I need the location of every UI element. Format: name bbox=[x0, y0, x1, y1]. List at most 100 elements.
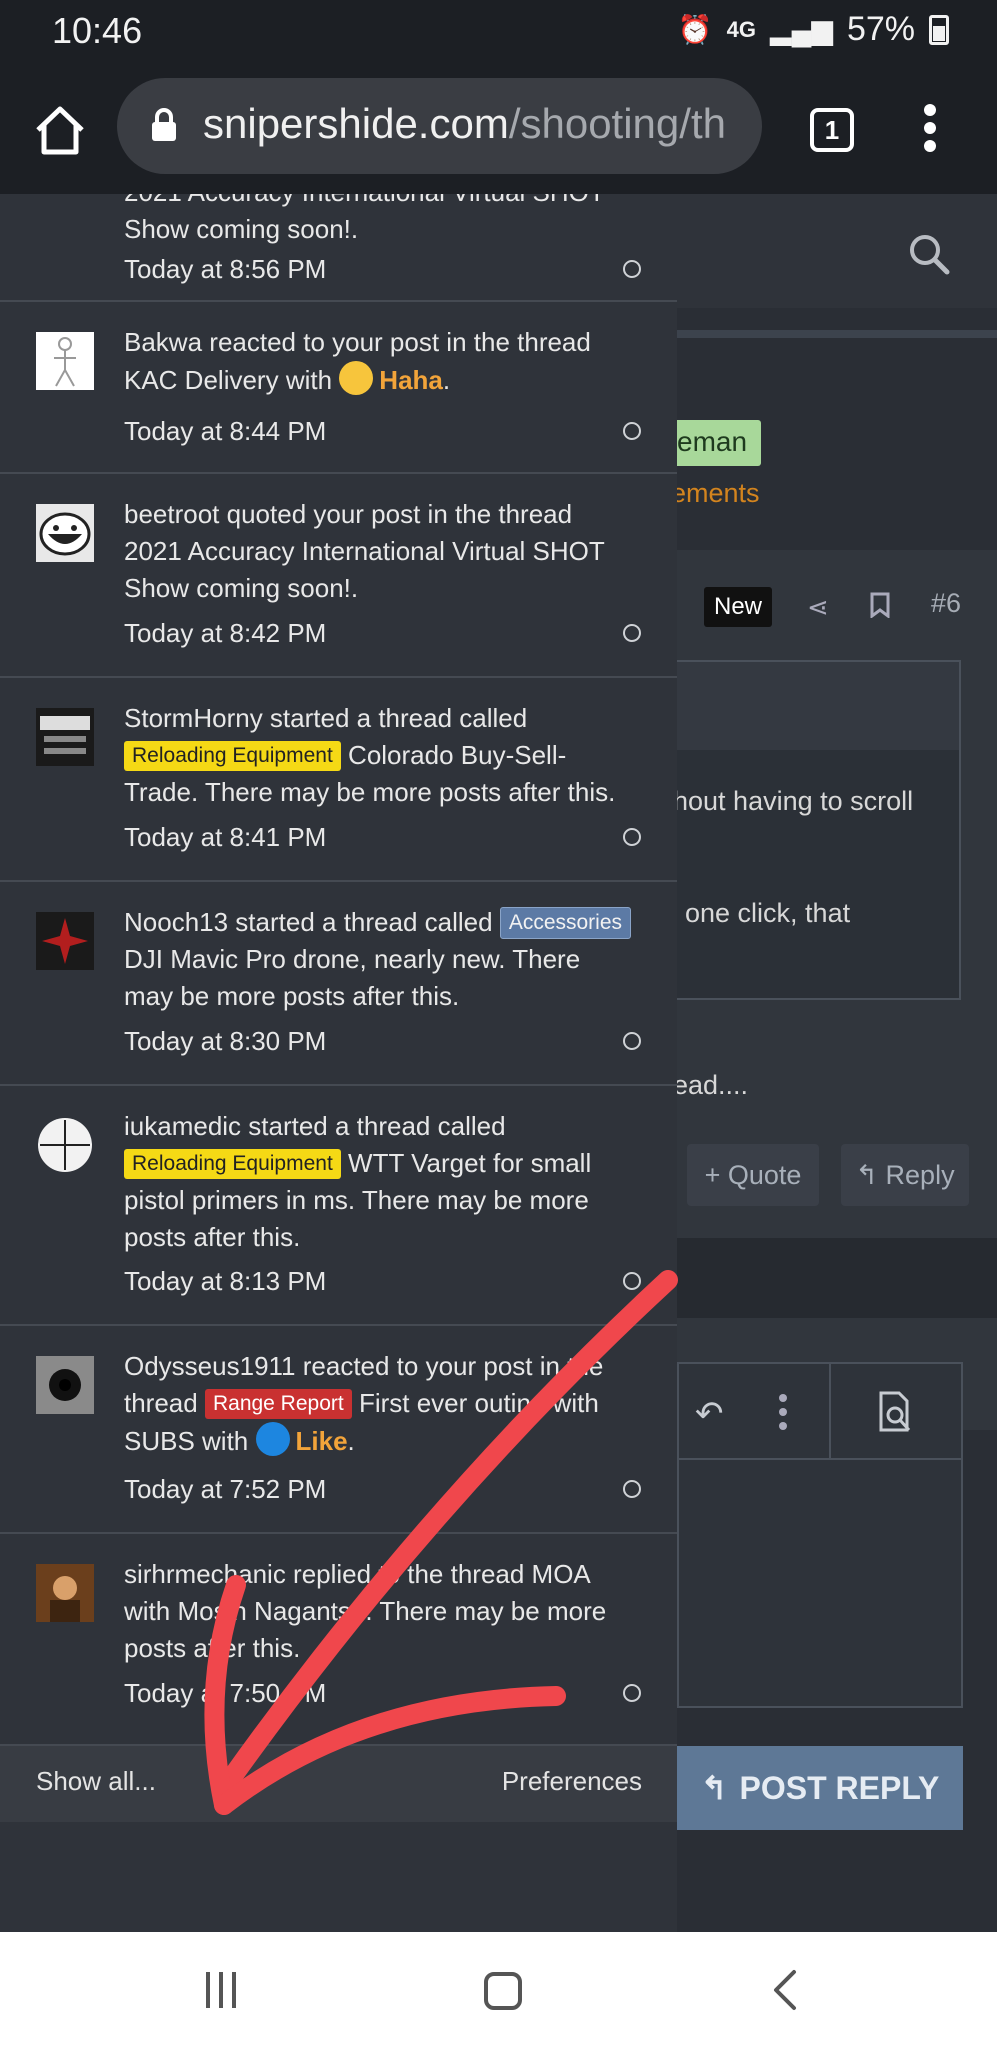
overflow-menu-icon[interactable] bbox=[916, 104, 944, 158]
panel-footer: Show all... Preferences bbox=[0, 1744, 677, 1822]
back-icon[interactable] bbox=[770, 1968, 800, 2012]
avatar[interactable] bbox=[36, 332, 94, 390]
post-text-fragment: one click, that bbox=[685, 898, 851, 928]
mark-read-icon[interactable] bbox=[623, 422, 641, 440]
mark-read-icon[interactable] bbox=[623, 1480, 641, 1498]
alert-punctuation: . bbox=[347, 1426, 355, 1456]
user-title-link[interactable]: ements bbox=[677, 478, 760, 509]
mark-read-icon[interactable] bbox=[623, 1272, 641, 1290]
alert-text: Bakwa reacted to your post in the thread… bbox=[124, 324, 634, 399]
list-item[interactable]: Bakwa reacted to your post in the thread… bbox=[0, 302, 677, 474]
mark-read-icon[interactable] bbox=[623, 1032, 641, 1050]
avatar[interactable] bbox=[36, 1356, 94, 1414]
post-reply-label: POST REPLY bbox=[739, 1769, 940, 1806]
quote-block bbox=[677, 660, 961, 1000]
alert-text: Nooch13 started a thread called Accessor… bbox=[124, 904, 634, 1015]
list-item[interactable]: sirhrmechanic replied to the thread MOA … bbox=[0, 1534, 677, 1744]
share-icon[interactable]: ⋖ bbox=[807, 592, 829, 623]
list-item[interactable]: Odysseus1911 reacted to your post in the… bbox=[0, 1326, 677, 1534]
list-item[interactable]: iukamedic started a thread called Reload… bbox=[0, 1086, 677, 1326]
quote-button[interactable]: + Quote bbox=[687, 1144, 819, 1206]
reaction-label: Haha bbox=[379, 365, 443, 395]
avatar[interactable] bbox=[36, 504, 94, 562]
header-divider bbox=[677, 330, 997, 338]
reply-editor[interactable]: ↶ bbox=[677, 1362, 963, 1708]
address-bar[interactable]: snipershide.com/shooting/th bbox=[117, 78, 762, 174]
post-reply-button[interactable]: ↰ POST REPLY bbox=[677, 1746, 963, 1830]
alert-time: Today at 7:50 PM bbox=[124, 1678, 327, 1708]
avatar[interactable] bbox=[36, 1564, 94, 1622]
editor-toolbar: ↶ bbox=[679, 1364, 961, 1460]
thread-prefix-badge[interactable]: Reloading Equipment bbox=[124, 741, 341, 771]
new-badge: New bbox=[704, 587, 773, 627]
more-options-icon[interactable] bbox=[779, 1394, 789, 1430]
status-bar: 10:46 ⏰ 4G ▂▄▆ 57% bbox=[0, 0, 997, 64]
list-item[interactable]: Nooch13 started a thread called Accessor… bbox=[0, 882, 677, 1086]
undo-icon[interactable]: ↶ bbox=[695, 1394, 724, 1434]
alert-text: beetroot quoted your post in the thread … bbox=[124, 499, 605, 603]
toolbar-divider bbox=[829, 1364, 831, 1460]
alert-text: iukamedic started a thread called Reload… bbox=[124, 1108, 634, 1256]
battery-percent: 57% bbox=[846, 10, 915, 48]
alert-time: Today at 8:41 PM bbox=[124, 822, 327, 852]
list-item[interactable]: beetroot quoted your post in the thread … bbox=[0, 474, 677, 678]
reply-icon: ↰ bbox=[700, 1770, 728, 1806]
alert-user-link[interactable]: Bakwa bbox=[124, 327, 202, 357]
home-nav-icon[interactable] bbox=[484, 1972, 522, 2010]
reply-button[interactable]: ↰ Reply bbox=[841, 1144, 969, 1206]
alert-time: Today at 8:13 PM bbox=[124, 1266, 327, 1296]
alerts-panel: 2021 Accuracy International Virtual SHOT… bbox=[0, 194, 677, 1932]
bookmark-icon[interactable] bbox=[869, 592, 891, 618]
search-icon[interactable] bbox=[907, 232, 951, 276]
list-item[interactable]: 2021 Accuracy International Virtual SHOT… bbox=[0, 194, 677, 302]
recents-icon[interactable] bbox=[206, 1972, 242, 2008]
user-banner-tag: eman bbox=[677, 420, 762, 466]
background-page: eman ements New ⋖ #6 hout having to scro… bbox=[677, 194, 997, 1932]
alert-action: iukamedic started a thread called bbox=[124, 1111, 506, 1141]
network-label: 4G bbox=[726, 16, 757, 42]
thread-title[interactable]: DJI Mavic Pro drone, nearly new. There m… bbox=[124, 944, 580, 1011]
status-time: 10:46 bbox=[52, 10, 143, 51]
reaction-label: Like bbox=[295, 1426, 348, 1456]
alert-action: Nooch13 started a thread called bbox=[124, 907, 493, 937]
section-divider bbox=[677, 1238, 997, 1318]
url-domain: snipershide.com bbox=[203, 100, 509, 147]
mark-read-icon[interactable] bbox=[623, 1684, 641, 1702]
quote-header bbox=[677, 662, 959, 750]
preferences-link[interactable]: Preferences bbox=[502, 1766, 642, 1797]
mark-read-icon[interactable] bbox=[623, 828, 641, 846]
thread-prefix-badge[interactable]: Accessories bbox=[499, 907, 632, 939]
preview-icon[interactable] bbox=[875, 1390, 915, 1434]
avatar[interactable] bbox=[36, 912, 94, 970]
mark-read-icon[interactable] bbox=[623, 624, 641, 642]
reply-button-label: Reply bbox=[885, 1159, 955, 1190]
alert-time: Today at 8:44 PM bbox=[124, 416, 327, 446]
post-text-fragment: hout having to scroll bbox=[677, 786, 914, 816]
alarm-icon: ⏰ bbox=[677, 14, 713, 45]
lock-icon bbox=[152, 108, 176, 141]
avatar[interactable] bbox=[36, 1116, 94, 1174]
signal-icon: ▂▄▆ bbox=[770, 14, 833, 45]
alert-time: Today at 8:42 PM bbox=[124, 618, 327, 648]
thread-prefix-badge[interactable]: Reloading Equipment bbox=[124, 1149, 341, 1179]
system-nav-bar bbox=[0, 1932, 997, 2048]
alert-action: StormHorny started a thread called bbox=[124, 703, 528, 733]
thread-prefix-badge[interactable]: Range Report bbox=[204, 1389, 352, 1419]
forum-header bbox=[677, 194, 997, 308]
like-emoji-icon bbox=[255, 1422, 290, 1456]
post-number[interactable]: #6 bbox=[931, 588, 961, 619]
post-text-fragment: ead.... bbox=[677, 1070, 749, 1100]
alert-text: sirhrmechanic replied to the thread MOA … bbox=[124, 1559, 607, 1663]
alert-text: StormHorny started a thread called Reloa… bbox=[124, 700, 634, 811]
list-item[interactable]: StormHorny started a thread called Reloa… bbox=[0, 678, 677, 882]
battery-icon bbox=[929, 14, 949, 45]
show-all-link[interactable]: Show all... bbox=[36, 1766, 156, 1797]
avatar[interactable] bbox=[36, 708, 94, 766]
haha-emoji-icon bbox=[339, 361, 374, 395]
home-icon[interactable] bbox=[30, 100, 90, 160]
alert-time: Today at 8:30 PM bbox=[124, 1026, 327, 1056]
tab-switcher-button[interactable]: 1 bbox=[810, 108, 854, 152]
alert-text: Odysseus1911 reacted to your post in the… bbox=[124, 1348, 634, 1460]
mark-read-icon[interactable] bbox=[623, 260, 641, 278]
alert-time: Today at 7:52 PM bbox=[124, 1474, 327, 1504]
